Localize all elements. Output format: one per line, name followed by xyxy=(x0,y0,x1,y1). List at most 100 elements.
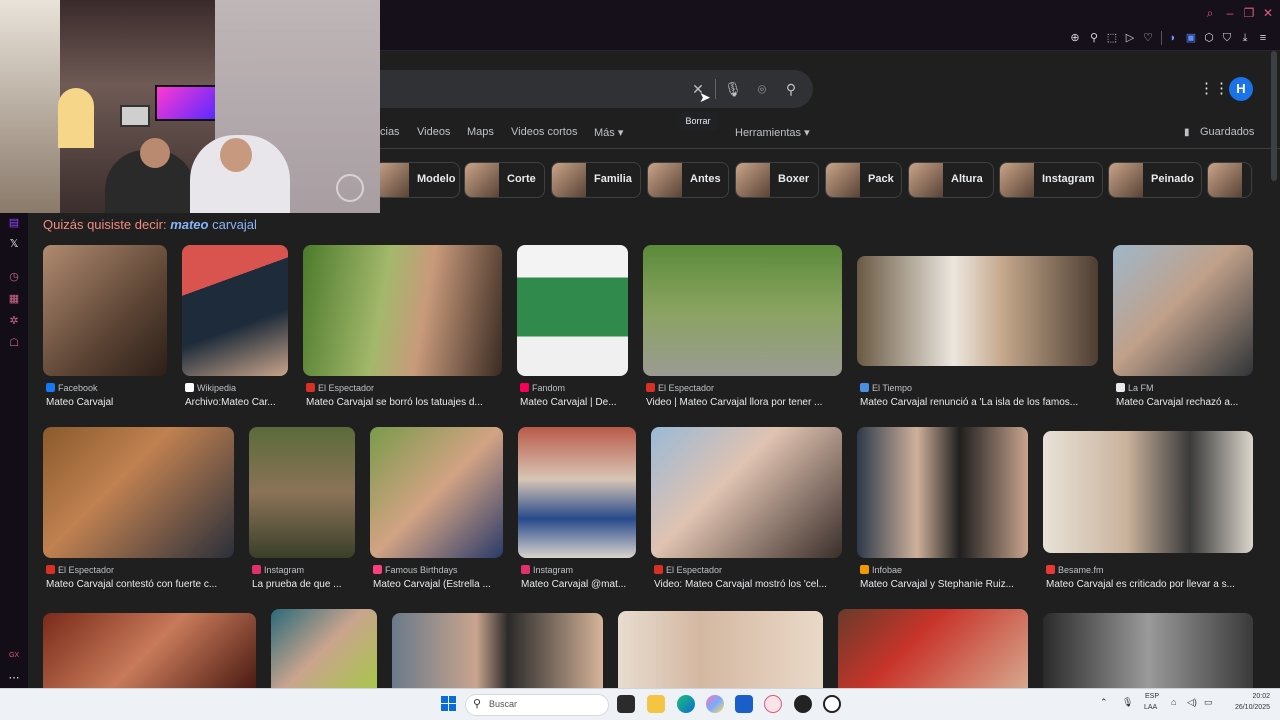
result-image[interactable] xyxy=(857,427,1028,558)
twitch-icon[interactable]: ▤ xyxy=(6,215,22,231)
result-image[interactable] xyxy=(857,256,1098,366)
chip-instagram[interactable]: Instagram xyxy=(999,162,1103,198)
translate-icon[interactable]: ◗ xyxy=(1165,30,1181,46)
task-view-icon[interactable] xyxy=(617,695,635,713)
result-title[interactable]: Mateo Carvajal rechazó a... xyxy=(1116,397,1252,408)
file-explorer-icon[interactable] xyxy=(647,695,665,713)
tray-chevron-icon[interactable]: ⌃ xyxy=(1100,697,1108,708)
volume-icon[interactable]: ◁) xyxy=(1187,697,1197,708)
wallet-icon[interactable]: ⛉ xyxy=(1219,30,1235,46)
result-image[interactable] xyxy=(249,427,355,558)
tab-news[interactable]: cias xyxy=(380,126,400,138)
result-title[interactable]: Mateo Carvajal @mat... xyxy=(521,579,636,590)
apps-grid-icon[interactable]: ⋮⋮ xyxy=(1199,80,1229,98)
zoom-icon[interactable]: ⊕ xyxy=(1067,30,1083,46)
chip-antes[interactable]: Antes xyxy=(647,162,729,198)
network-icon[interactable]: ⌂ xyxy=(1171,697,1176,707)
page-scrollbar[interactable] xyxy=(1271,51,1277,181)
chip-peinado[interactable]: Peinado xyxy=(1108,162,1202,198)
tab-short-videos[interactable]: Videos cortos xyxy=(511,126,577,138)
bug-icon[interactable]: ✲ xyxy=(6,313,22,329)
result-image[interactable] xyxy=(182,245,288,376)
lens-icon[interactable]: ⌾ xyxy=(753,80,771,98)
result-image[interactable] xyxy=(618,611,823,688)
robot-icon[interactable]: ☖ xyxy=(6,335,22,351)
clock-icon[interactable]: ◷ xyxy=(6,269,22,285)
tab-maps[interactable]: Maps xyxy=(467,126,494,138)
result-image[interactable] xyxy=(43,245,167,376)
did-you-mean-correction[interactable]: mateo xyxy=(170,217,208,232)
result-title[interactable]: Mateo Carvajal (Estrella ... xyxy=(373,579,503,590)
result-title[interactable]: Mateo Carvajal xyxy=(46,397,166,408)
tools-button[interactable]: Herramientas ▾ xyxy=(735,126,810,139)
tab-more[interactable]: Más ▾ xyxy=(594,126,623,139)
search-tab-icon[interactable]: ⌕ xyxy=(1201,4,1219,22)
tab-videos[interactable]: Videos xyxy=(417,126,450,138)
result-image[interactable] xyxy=(838,609,1028,688)
result-title[interactable]: Mateo Carvajal | De... xyxy=(520,397,628,408)
restore-icon[interactable]: ❐ xyxy=(1240,4,1258,22)
language-indicator-bottom[interactable]: LAA xyxy=(1144,704,1157,711)
did-you-mean-rest[interactable]: carvajal xyxy=(212,217,257,232)
pin-icon[interactable]: ⚲ xyxy=(1086,30,1102,46)
minimize-icon[interactable]: – xyxy=(1221,4,1239,22)
chip-modelo[interactable]: Modelo xyxy=(374,162,460,198)
result-image[interactable] xyxy=(518,427,636,558)
heart-icon[interactable]: ♡ xyxy=(1140,30,1156,46)
taskbar-date[interactable]: 26/10/2025 xyxy=(1200,704,1270,711)
result-title[interactable]: Mateo Carvajal renunció a 'La isla de lo… xyxy=(860,397,1098,408)
chip-next[interactable] xyxy=(1207,162,1252,198)
chip-corte[interactable]: Corte xyxy=(464,162,545,198)
language-indicator-top[interactable]: ESP xyxy=(1145,693,1159,700)
search-icon[interactable]: ⚲ xyxy=(782,80,800,98)
result-title[interactable]: Archivo:Mateo Car... xyxy=(185,397,287,408)
close-window-icon[interactable]: ✕ xyxy=(1259,4,1277,22)
more-icon[interactable]: ⋯ xyxy=(6,670,22,686)
chat-icon[interactable]: ▣ xyxy=(1183,30,1199,46)
opera-gx-icon[interactable] xyxy=(764,695,782,713)
chip-pack[interactable]: Pack xyxy=(825,162,902,198)
result-image[interactable] xyxy=(1043,613,1253,688)
windows-start-icon[interactable] xyxy=(441,696,456,711)
saved-button[interactable]: Guardados xyxy=(1200,126,1254,138)
result-title[interactable]: Video: Mateo Carvajal mostró los 'cel... xyxy=(654,579,842,590)
edge-icon[interactable] xyxy=(677,695,695,713)
result-image[interactable] xyxy=(303,245,502,376)
microphone-icon[interactable]: 🎙 xyxy=(1122,697,1133,708)
chatgpt-icon[interactable] xyxy=(823,695,841,713)
account-avatar[interactable]: H xyxy=(1229,77,1253,101)
result-image[interactable] xyxy=(1043,431,1253,553)
result-image[interactable] xyxy=(370,427,503,558)
result-title[interactable]: Mateo Carvajal y Stephanie Ruiz... xyxy=(860,579,1028,590)
result-title[interactable]: Mateo Carvajal se borró los tatuajes d..… xyxy=(306,397,502,408)
download-icon[interactable]: ⤓ xyxy=(1237,30,1253,46)
result-title[interactable]: Mateo Carvajal es criticado por llevar a… xyxy=(1046,579,1253,590)
chip-boxer[interactable]: Boxer xyxy=(735,162,819,198)
result-image[interactable] xyxy=(271,609,377,688)
result-image[interactable] xyxy=(392,613,603,688)
search-input[interactable] xyxy=(360,70,813,108)
microphone-icon[interactable]: 🎙 xyxy=(724,80,742,98)
x-icon[interactable]: 𝕏 xyxy=(6,236,22,252)
menu-icon[interactable]: ≡ xyxy=(1255,30,1271,46)
result-title[interactable]: La prueba de que ... xyxy=(252,579,354,590)
result-image[interactable] xyxy=(643,245,842,376)
app-icon[interactable] xyxy=(794,695,812,713)
result-image[interactable] xyxy=(43,613,256,688)
result-title[interactable]: Mateo Carvajal contestó con fuerte c... xyxy=(46,579,234,590)
result-title[interactable]: Video | Mateo Carvajal llora por tener .… xyxy=(646,397,842,408)
news-icon[interactable]: ▦ xyxy=(6,291,22,307)
store-icon[interactable] xyxy=(735,695,753,713)
gx-icon[interactable]: GX xyxy=(6,648,22,664)
result-image[interactable] xyxy=(517,245,628,376)
copilot-icon[interactable] xyxy=(706,695,724,713)
extensions-icon[interactable]: ⬡ xyxy=(1201,30,1217,46)
taskbar-search[interactable] xyxy=(465,694,609,716)
result-image[interactable] xyxy=(651,427,842,558)
screenshot-icon[interactable]: ⬚ xyxy=(1104,30,1120,46)
play-icon[interactable]: ▷ xyxy=(1122,30,1138,46)
result-image[interactable] xyxy=(1113,245,1253,376)
chip-altura[interactable]: Altura xyxy=(908,162,994,198)
taskbar-time[interactable]: 20:02 xyxy=(1220,693,1270,700)
result-image[interactable] xyxy=(43,427,234,558)
